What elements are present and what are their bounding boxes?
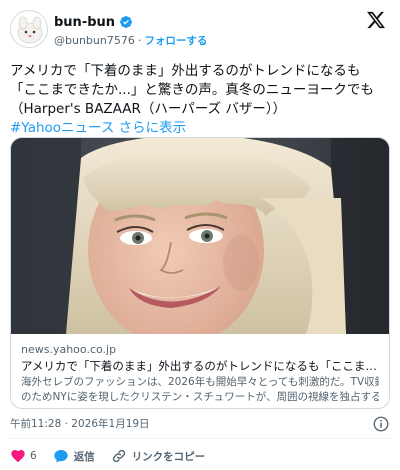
follow-button[interactable]: フォローする	[144, 33, 207, 48]
link-card[interactable]: news.yahoo.co.jp アメリカで「下着のまま」外出するのがトレンドに…	[10, 137, 390, 409]
like-count: 6	[30, 450, 37, 462]
like-button[interactable]: 6	[10, 448, 37, 464]
tweet-text-line-3: （Harper's BAZAAR（ハーパーズ バザー））	[10, 101, 287, 117]
meta-separator: ·	[64, 418, 68, 430]
card-image[interactable]	[11, 138, 389, 334]
tweet-date: 2026年1月19日	[71, 418, 150, 430]
card-description-line-2: のためNYに姿を現したクリステン・スチュワートが、周囲の視線を独占する...	[21, 391, 379, 403]
card-description-line-1: 海外セレブのファッションは、2026年も開始早々とっても刺激的だ。TV収録	[21, 376, 379, 388]
card-domain: news.yahoo.co.jp	[21, 343, 117, 356]
tweet-header: bun-bun @bunbun7576 · フォローする	[0, 0, 400, 58]
reply-button[interactable]: 返信	[53, 448, 95, 464]
show-more-link[interactable]: さらに表示	[119, 120, 187, 136]
card-description: 海外セレブのファッションは、2026年も開始早々とっても刺激的だ。TV収録 のた…	[21, 375, 379, 405]
info-icon[interactable]	[372, 415, 390, 433]
avatar-image	[11, 11, 47, 47]
link-icon	[112, 449, 125, 463]
x-logo-icon[interactable]	[366, 10, 386, 30]
tweet-text-line-2: 「ここまできたか...」と驚きの声。真冬のニューヨークでも	[10, 82, 374, 98]
separator-dot: ·	[137, 33, 142, 47]
verified-badge-icon	[120, 16, 133, 28]
reply-icon	[54, 450, 68, 463]
display-name[interactable]: bun-bun	[54, 15, 115, 30]
author-name-line: bun-bun	[54, 13, 133, 31]
copy-link-label: リンクをコピー	[131, 450, 206, 463]
tweet-actions: 6 返信 リンクをコピー	[10, 446, 221, 466]
card-title[interactable]: アメリカで「下着のまま」外出するのがトレンドになるも「ここまできたか....	[21, 358, 379, 375]
tweet-timestamp[interactable]: 午前11:28 · 2026年1月19日	[10, 416, 350, 432]
tweet-time: 午前11:28	[10, 418, 62, 430]
tweet-text-line-4: #Yahooニュース さらに表示	[10, 119, 392, 138]
heart-icon	[11, 450, 25, 463]
card-body: news.yahoo.co.jp アメリカで「下着のまま」外出するのがトレンドに…	[11, 334, 389, 408]
user-handle[interactable]: @bunbun7576	[54, 34, 135, 47]
handle-line: @bunbun7576 · フォローする	[54, 32, 207, 48]
avatar[interactable]	[10, 10, 48, 48]
tweet-text-line-1: アメリカで「下着のまま」外出するのがトレンドになるも	[10, 63, 361, 79]
copy-link-button[interactable]: リンクをコピー	[111, 448, 206, 464]
reply-label: 返信	[73, 450, 95, 463]
tweet-text: アメリカで「下着のまま」外出するのがトレンドになるも 「ここまできたか...」と…	[10, 62, 392, 138]
card-photo	[11, 138, 389, 334]
hashtag-link[interactable]: #Yahooニュース	[10, 120, 114, 136]
divider	[10, 438, 390, 439]
